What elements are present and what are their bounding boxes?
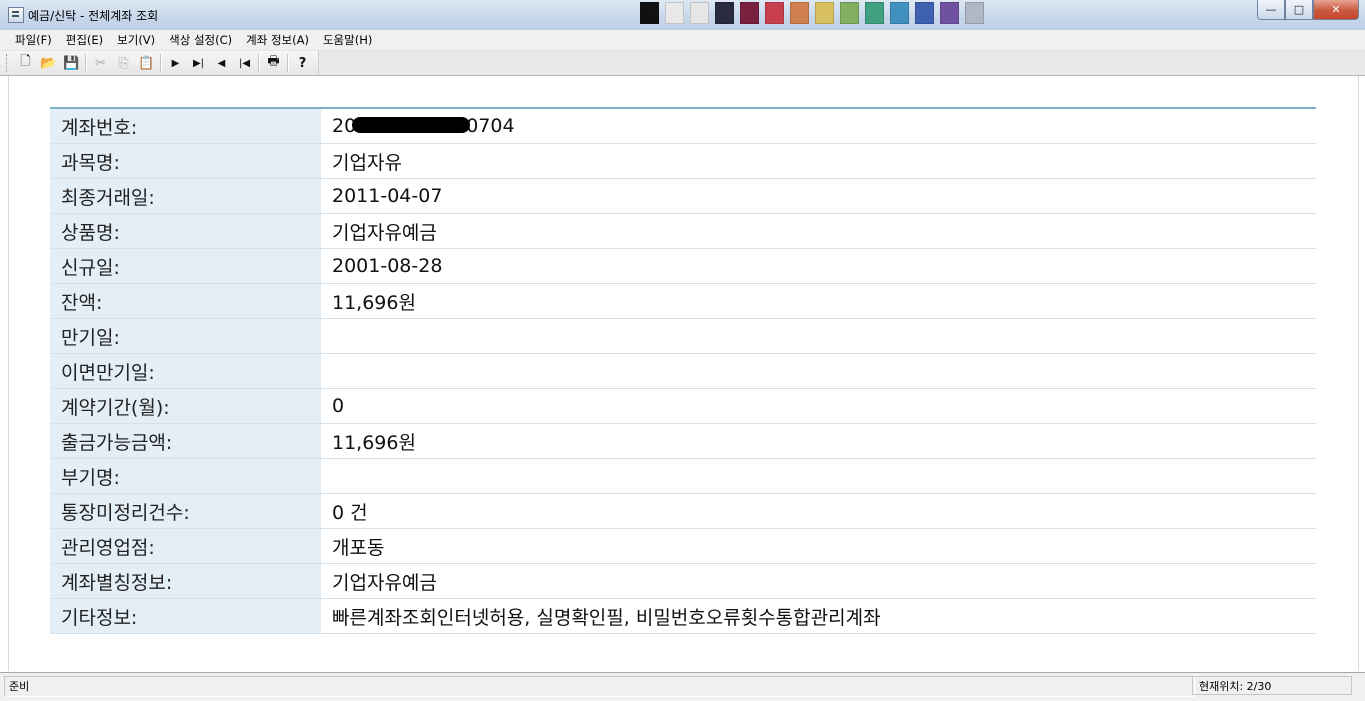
paste-icon[interactable]: 📋 [135, 53, 158, 74]
maximize-button[interactable]: □ [1285, 0, 1313, 20]
toolbar-empty-area [318, 51, 1365, 75]
table-row: 신규일: 2001-08-28 [50, 248, 1316, 284]
redaction-mark [352, 116, 471, 133]
table-row: 상품명: 기업자유예금 [50, 213, 1316, 249]
row-value: 개포동 [321, 528, 1316, 564]
row-value: 0 건 [321, 493, 1316, 529]
last-icon[interactable]: ▶| [187, 53, 210, 74]
toolbar-separator [160, 54, 162, 72]
row-label: 기타정보: [50, 598, 321, 634]
row-label: 관리영업점: [50, 528, 321, 564]
row-label: 계좌번호: [50, 108, 321, 144]
table-row: 과목명: 기업자유 [50, 143, 1316, 179]
table-row: 계좌번호: 20 0704 [50, 108, 1316, 144]
copy-icon[interactable]: ⎘ [112, 53, 135, 74]
table-row: 관리영업점: 개포동 [50, 528, 1316, 564]
status-bar: 준비 현재위치: 2/30 [0, 672, 1365, 701]
row-value: 기업자유예금 [321, 213, 1316, 249]
table-row: 통장미정리건수: 0 건 [50, 493, 1316, 529]
table-row: 최종거래일: 2011-04-07 [50, 178, 1316, 214]
row-label: 최종거래일: [50, 178, 321, 214]
table-row: 부기명: [50, 458, 1316, 494]
table-row: 출금가능금액: 11,696원 [50, 423, 1316, 459]
new-file-icon[interactable]: 🗋 [14, 53, 37, 74]
first-icon[interactable]: |◀ [233, 53, 256, 74]
row-value: 0 [321, 388, 1316, 424]
table-row: 계약기간(월): 0 [50, 388, 1316, 424]
row-label: 출금가능금액: [50, 423, 321, 459]
toolbar-grip[interactable] [6, 54, 10, 72]
app-icon[interactable] [8, 7, 24, 23]
row-label: 과목명: [50, 143, 321, 179]
row-value: 빠른계좌조회인터넷허용, 실명확인필, 비밀번호오류횟수통합관리계좌 [321, 598, 1316, 634]
row-value: 기업자유 [321, 143, 1316, 179]
menu-bar: 파일(F) 편집(E) 보기(V) 색상 설정(C) 계좌 정보(A) 도움말(… [0, 30, 1365, 51]
row-label: 계약기간(월): [50, 388, 321, 424]
row-label: 만기일: [50, 318, 321, 354]
row-label: 상품명: [50, 213, 321, 249]
next-icon[interactable]: ▶ [164, 53, 187, 74]
row-value: 기업자유예금 [321, 563, 1316, 599]
window-title: 예금/신탁 - 전체계좌 조회 [28, 9, 159, 23]
table-row: 계좌별칭정보: 기업자유예금 [50, 563, 1316, 599]
title-bar[interactable]: 예금/신탁 - 전체계좌 조회 — □ ✕ [0, 0, 1365, 31]
table-row: 이면만기일: [50, 353, 1316, 389]
toolbar-separator [258, 54, 260, 72]
save-icon[interactable]: 💾 [60, 53, 83, 74]
row-label: 계좌별칭정보: [50, 563, 321, 599]
row-value: 11,696원 [321, 423, 1316, 459]
toolbar-separator [85, 54, 87, 72]
menu-help[interactable]: 도움말(H) [316, 31, 379, 49]
open-folder-icon[interactable]: 📂 [37, 53, 60, 74]
toolbar-separator [287, 54, 289, 72]
background-palette-decoration [640, 2, 984, 24]
row-label: 잔액: [50, 283, 321, 319]
table-row: 잔액: 11,696원 [50, 283, 1316, 319]
account-detail-panel: 계좌번호: 20 0704 과목명: 기업자유 최종거래일: 2011-04-07… [8, 76, 1359, 671]
account-number-value: 20 0704 [321, 108, 1316, 144]
row-value: 2011-04-07 [321, 178, 1316, 214]
row-label: 이면만기일: [50, 353, 321, 389]
previous-icon[interactable]: ◀ [210, 53, 233, 74]
minimize-button[interactable]: — [1257, 0, 1285, 20]
cut-icon[interactable]: ✂ [89, 53, 112, 74]
help-icon[interactable]: ? [291, 53, 314, 74]
menu-color-settings[interactable]: 색상 설정(C) [162, 31, 239, 49]
account-number-suffix: 0704 [466, 115, 515, 137]
menu-file[interactable]: 파일(F) [8, 31, 59, 49]
current-position-indicator: 현재위치: 2/30 [1192, 676, 1352, 695]
menu-edit[interactable]: 편집(E) [59, 31, 110, 49]
close-button[interactable]: ✕ [1313, 0, 1359, 20]
row-value [321, 318, 1316, 354]
row-label: 통장미정리건수: [50, 493, 321, 529]
row-value: 11,696원 [321, 283, 1316, 319]
menu-view[interactable]: 보기(V) [110, 31, 162, 49]
account-info-table: 계좌번호: 20 0704 과목명: 기업자유 최종거래일: 2011-04-07… [50, 107, 1316, 634]
row-label: 부기명: [50, 458, 321, 494]
toolbar: 🗋 📂 💾 ✂ ⎘ 📋 ▶ ▶| ◀ |◀ 🖶 ? [0, 51, 1365, 76]
menu-account-info[interactable]: 계좌 정보(A) [239, 31, 316, 49]
status-text: 준비 [4, 676, 1195, 697]
row-value [321, 458, 1316, 494]
table-row: 만기일: [50, 318, 1316, 354]
row-value [321, 353, 1316, 389]
row-value: 2001-08-28 [321, 248, 1316, 284]
table-row: 기타정보: 빠른계좌조회인터넷허용, 실명확인필, 비밀번호오류횟수통합관리계좌 [50, 598, 1316, 634]
print-icon[interactable]: 🖶 [262, 53, 285, 74]
row-label: 신규일: [50, 248, 321, 284]
